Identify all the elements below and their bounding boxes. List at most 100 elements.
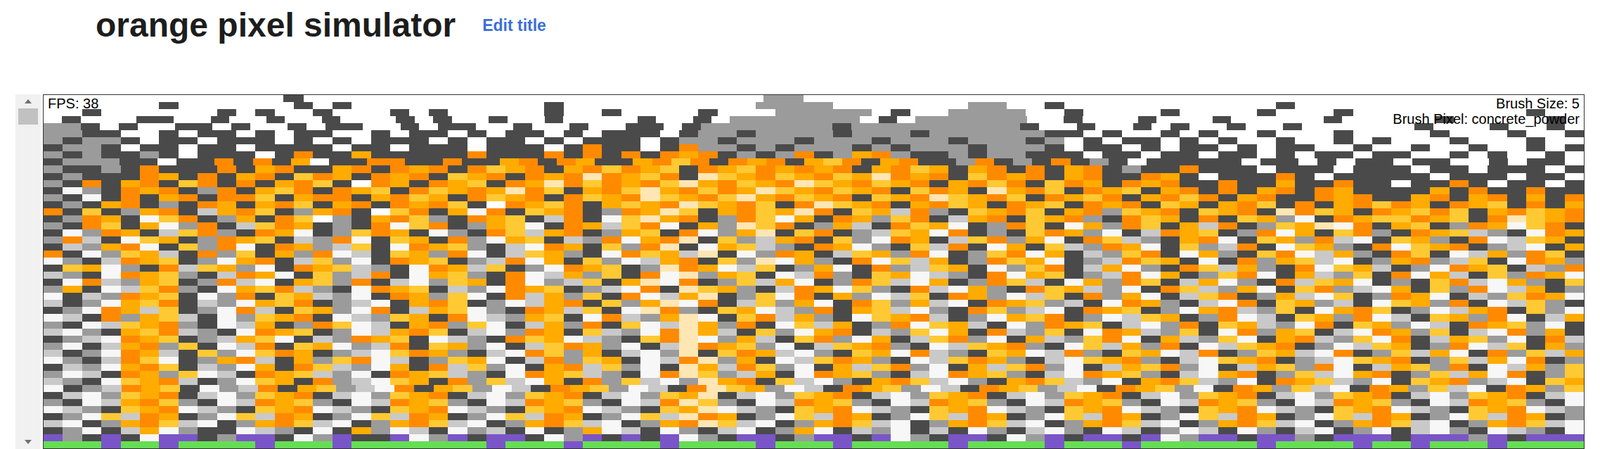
pixel-cell <box>505 229 525 237</box>
pixel-cell <box>1449 250 1469 258</box>
pixel-cell <box>582 186 602 195</box>
sand-canvas[interactable]: FPS: 38Brush Size: 5Brush Pixel: concret… <box>42 94 1585 449</box>
pixel-cell <box>1025 172 1045 180</box>
pixel-cell <box>1275 208 1295 216</box>
pixel-cell <box>1138 115 1157 124</box>
pixel-cell <box>640 101 660 109</box>
pixel-cell <box>178 236 198 244</box>
pixel-cell <box>178 222 198 230</box>
pixel-cell <box>1256 165 1276 173</box>
pixel-cell <box>332 236 352 244</box>
pixel-cell <box>120 250 140 258</box>
pixel-cell <box>1275 108 1295 116</box>
pixel-cell <box>1160 179 1180 187</box>
pixel-cell <box>1429 179 1449 187</box>
pixel-cell <box>236 101 256 109</box>
pixel-cell <box>929 222 949 230</box>
pixel-cell <box>120 229 140 237</box>
pixel-cell <box>1179 229 1199 237</box>
pixel-cell <box>1468 179 1488 187</box>
pixel-cell <box>968 194 987 202</box>
pixel-cell <box>986 222 1006 230</box>
pixel-cell <box>1198 108 1218 116</box>
pixel-cell <box>544 172 564 180</box>
pixel-cell <box>871 201 891 209</box>
pixel-cell <box>178 172 198 180</box>
scroll-thumb[interactable] <box>18 108 38 125</box>
pixel-cell <box>794 194 814 202</box>
pixel-cell <box>1487 222 1507 230</box>
pixel-cell <box>1102 194 1122 202</box>
scrollbar[interactable] <box>15 94 41 449</box>
pixel-row <box>43 137 1584 145</box>
pixel-cell <box>525 130 545 138</box>
pixel-cell <box>197 194 217 202</box>
edit-title-link[interactable]: Edit title <box>482 13 547 38</box>
pixel-cell <box>274 236 294 244</box>
pixel-cell <box>332 144 352 152</box>
pixel-cell <box>101 172 121 180</box>
pixel-cell <box>274 130 294 138</box>
pixel-cell <box>843 94 864 102</box>
pixel-cell <box>755 264 775 272</box>
pixel-cell <box>43 172 63 180</box>
pixel-cell <box>1314 229 1334 237</box>
pixel-cell <box>1393 158 1413 166</box>
pixel-cell <box>1140 186 1160 195</box>
pixel-cell <box>1294 250 1314 258</box>
pixel-cell <box>43 194 63 202</box>
pixel-cell <box>62 215 82 223</box>
pixel-cell <box>1487 151 1507 159</box>
pixel-cell <box>794 144 814 152</box>
pixel-cell <box>640 208 660 216</box>
pixel-cell <box>852 172 872 180</box>
pixel-cell <box>852 108 872 116</box>
pixel-cell <box>1333 151 1353 159</box>
pixel-cell <box>409 108 429 116</box>
pixel-cell <box>1198 222 1218 230</box>
pixel-cell <box>833 250 853 258</box>
scroll-up-button[interactable] <box>15 94 41 109</box>
pixel-cell <box>1082 115 1101 124</box>
pixel-cell <box>1564 201 1584 209</box>
pixel-cell <box>1140 243 1160 251</box>
pixel-cell <box>968 250 987 258</box>
pixel-cell <box>139 201 159 209</box>
pixel-cell <box>101 165 121 173</box>
pixel-cell <box>986 172 1006 180</box>
scroll-down-button[interactable] <box>15 434 41 449</box>
pixel-cell <box>563 172 583 180</box>
pixel-cell <box>852 144 872 152</box>
pixel-cell <box>447 257 467 265</box>
pixel-cell <box>518 158 538 166</box>
pixel-cell <box>569 123 589 131</box>
pixel-cell <box>698 243 718 251</box>
pixel-cell <box>409 144 429 152</box>
pixel-cell <box>842 158 862 166</box>
pixel-cell <box>775 172 795 180</box>
pixel-cell <box>903 94 924 102</box>
pixel-cell <box>1102 101 1122 109</box>
pixel-cell <box>1119 115 1139 124</box>
pixel-cell <box>236 108 256 116</box>
pixel-cell <box>1064 186 1084 195</box>
pixel-cell <box>1006 250 1026 258</box>
pixel-cell <box>217 165 237 173</box>
pixel-cell <box>255 144 275 152</box>
pixel-cell <box>390 208 410 216</box>
pixel-cell <box>1140 194 1160 202</box>
pixel-cell <box>1044 144 1064 152</box>
pixel-cell <box>154 115 173 124</box>
pixel-cell <box>101 186 121 195</box>
pixel-cell <box>929 208 949 216</box>
pixel-cell <box>390 215 410 223</box>
pixel-cell <box>139 215 159 223</box>
pixel-cell <box>447 186 467 195</box>
pixel-cell <box>409 130 429 138</box>
pixel-cell <box>197 130 217 138</box>
pixel-cell <box>437 123 457 131</box>
pixel-cell <box>505 186 525 195</box>
pixel-cell <box>1102 186 1122 195</box>
pixel-cell <box>236 201 256 209</box>
scroll-track[interactable] <box>15 108 41 435</box>
